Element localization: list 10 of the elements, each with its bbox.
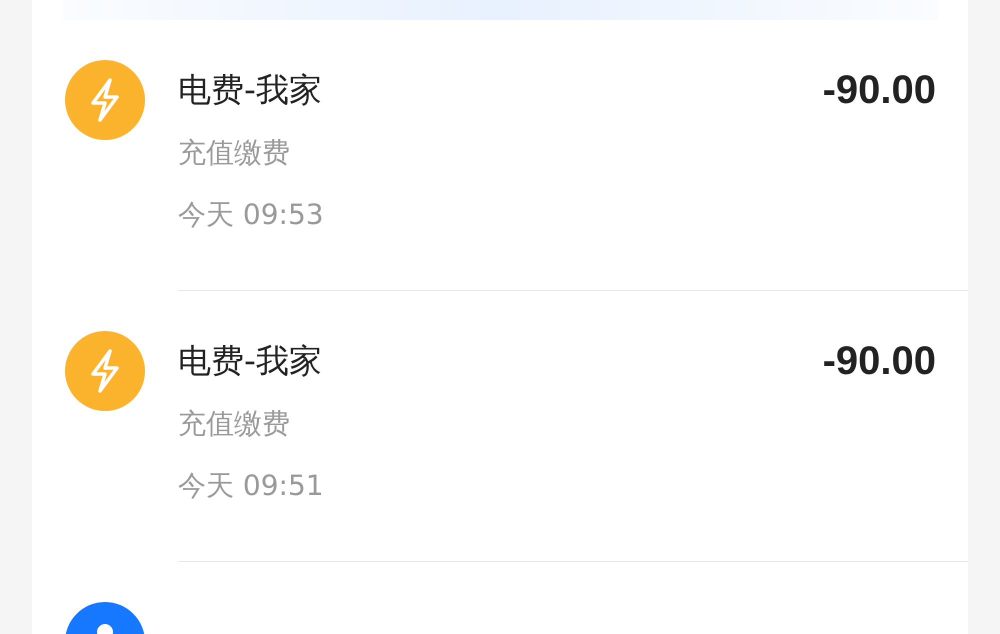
- record-title: 电费-我家: [178, 68, 322, 110]
- record-title: 电费-我家: [178, 340, 322, 382]
- record-time: 今天 09:53: [178, 197, 325, 233]
- record-category: 充值缴费: [178, 406, 291, 442]
- lightning-icon: [65, 60, 145, 140]
- record-amount: -90.00: [822, 338, 936, 384]
- record-category: 充值缴费: [178, 135, 291, 171]
- record-time: 今天 09:51: [178, 468, 325, 504]
- lightning-icon: [65, 331, 145, 411]
- record-amount: -90.00: [822, 68, 936, 112]
